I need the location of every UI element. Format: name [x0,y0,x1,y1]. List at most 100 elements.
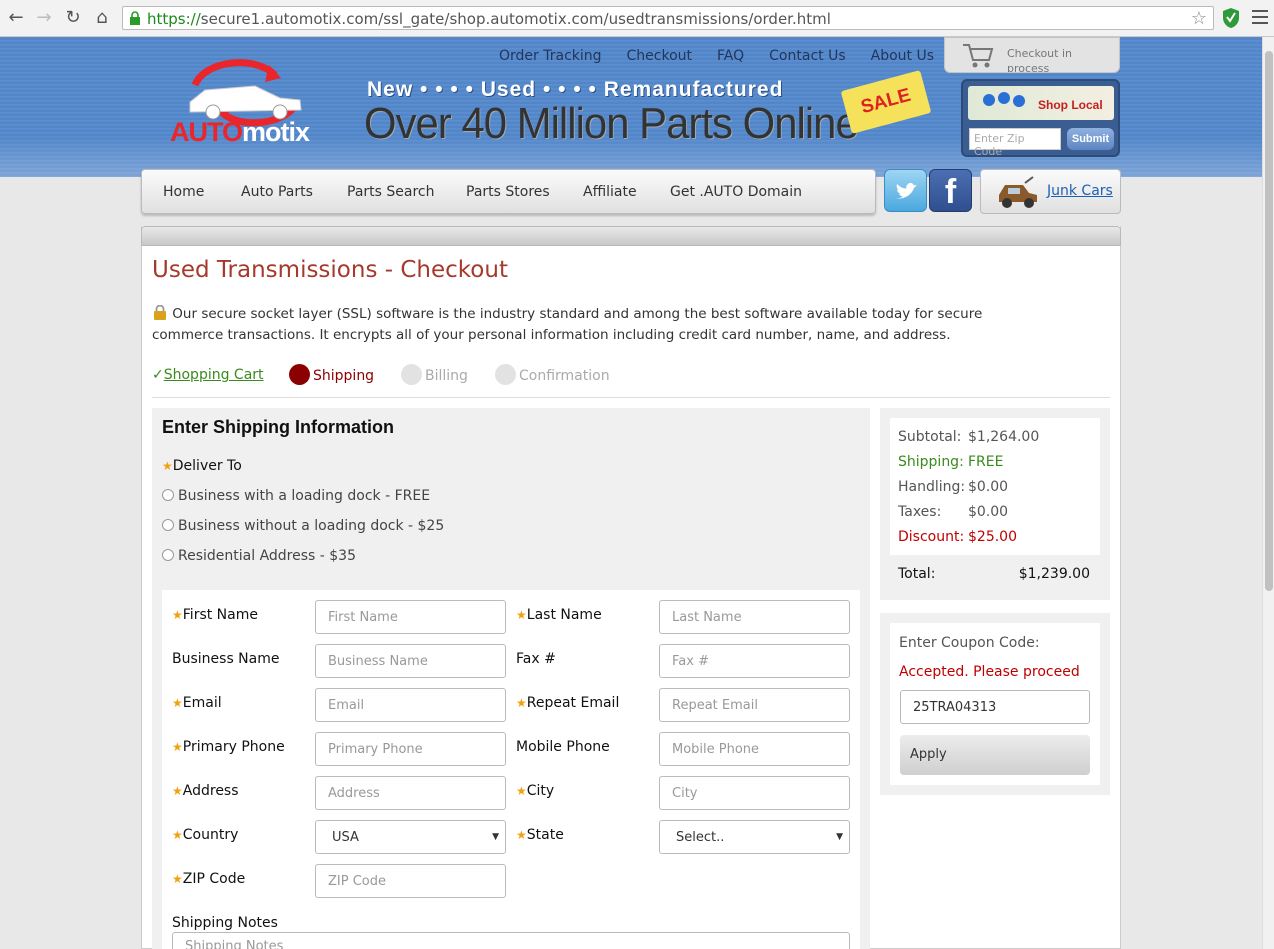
junk-cars-box[interactable]: Junk Cars [980,169,1121,214]
city-input[interactable]: City [659,776,850,810]
facebook-icon[interactable]: f [929,169,972,212]
order-summary-inner: Subtotal: $1,264.00 Shipping: FREE Handlin… [890,418,1100,555]
dropdown-caret-icon: ▼ [492,832,499,842]
fax-label: Fax # [516,651,556,667]
tow-truck-icon [999,176,1037,208]
toplink-faq[interactable]: FAQ [717,48,744,64]
fax-input[interactable]: Fax # [659,644,850,678]
nav-parts-search[interactable]: Parts Search [347,184,434,200]
business-name-input[interactable]: Business Name [315,644,506,678]
radio-circle[interactable] [162,548,174,561]
nav-home[interactable]: Home [163,184,204,200]
nav-parts-stores[interactable]: Parts Stores [466,184,550,200]
taxes-row: Taxes: $0.00 [898,504,1009,520]
shipping-notes-textarea[interactable]: Shipping Notes [172,932,850,949]
handling-row: Handling: $0.00 [898,479,1009,495]
page-scrollbar[interactable] [1262,37,1274,949]
toplink-about-us[interactable]: About Us [871,48,934,64]
repeat-email-label: ★Repeat Email [516,695,620,711]
logo-wordmark: AUTOmotix [170,117,310,147]
shield-extension-icon[interactable] [1221,7,1241,29]
shop-local-box: Shop Local Enter Zip Code Submit [961,79,1120,158]
secure-lock-icon [130,11,140,25]
back-icon[interactable]: ← [5,7,27,29]
zip-code-label: ★ZIP Code [172,871,246,887]
ssl-text: Our secure socket layer (SSL) software i… [152,306,983,343]
last-name-input[interactable]: Last Name [659,600,850,634]
toplink-order-tracking[interactable]: Order Tracking [499,48,602,64]
checkout-steps: ✓Shopping Cart Shipping Billing Confirma… [152,364,1110,398]
address-input[interactable]: Address [315,776,506,810]
total-row: Total: $1,239.00 [898,566,1090,582]
checkmark-icon: ✓ [152,367,164,383]
shipping-heading: Enter Shipping Information [162,417,394,437]
address-label: ★Address [172,783,239,799]
shipping-row: Shipping: FREE [898,454,1004,470]
step-billing: Billing [401,364,468,385]
reload-icon[interactable]: ↻ [62,7,84,29]
step-shopping-cart[interactable]: ✓Shopping Cart [152,367,264,383]
address-fields: ★First Name First Name ★Last Name Last N… [162,590,860,949]
country-select[interactable]: USA ▼ [315,820,506,854]
country-label: ★Country [172,827,239,843]
deliver-to-label: ★Deliver To [162,458,242,474]
coupon-label: Enter Coupon Code: [899,635,1040,651]
nav-auto-parts[interactable]: Auto Parts [241,184,313,200]
bookmark-star-icon[interactable]: ☆ [1191,8,1207,29]
zip-code-input[interactable]: Enter Zip Code [969,128,1061,158]
coupon-inner: Enter Coupon Code: Accepted. Please proc… [890,623,1100,785]
scrollbar-thumb[interactable] [1265,51,1273,591]
forward-icon[interactable]: → [33,7,55,29]
primary-phone-input[interactable]: Primary Phone [315,732,506,766]
tagline-main: Over 40 Million Parts Online [364,99,859,148]
content-top-bar [141,226,1121,246]
business-name-label: Business Name [172,651,280,667]
radio-circle[interactable] [162,488,174,501]
radio-loading-dock[interactable]: Business with a loading dock - FREE [162,488,430,504]
email-input[interactable]: Email [315,688,506,722]
zip-submit-button[interactable]: Submit [1067,128,1114,150]
nav-affiliate[interactable]: Affiliate [583,184,637,200]
state-select[interactable]: Select.. ▼ [659,820,850,854]
step-confirmation: Confirmation [495,364,610,385]
shop-local-map-image[interactable]: Shop Local [968,86,1114,120]
email-label: ★Email [172,695,222,711]
coupon-code-input[interactable]: 25TRA04313 [900,690,1090,724]
repeat-email-input[interactable]: Repeat Email [659,688,850,722]
shipping-notes-label: Shipping Notes [172,915,278,931]
radio-no-loading-dock[interactable]: Business without a loading dock - $25 [162,518,444,534]
cart-status-box[interactable]: Checkout in process [944,37,1120,73]
toplink-checkout[interactable]: Checkout [627,48,693,64]
last-name-label: ★Last Name [516,607,602,623]
cart-status-text: Checkout in process [1007,47,1072,73]
address-bar[interactable]: https://secure1.automotix.com/ssl_gate/s… [122,6,1214,30]
nav-get-auto-domain[interactable]: Get .AUTO Domain [670,184,802,200]
junk-cars-link[interactable]: Junk Cars [1047,183,1113,199]
mobile-phone-input[interactable]: Mobile Phone [659,732,850,766]
top-links: Order Tracking Checkout FAQ Contact Us A… [499,48,934,64]
active-step-dot [289,364,310,385]
main-nav: Home Auto Parts Parts Search Parts Store… [141,169,876,214]
toplink-contact-us[interactable]: Contact Us [769,48,845,64]
order-summary: Subtotal: $1,264.00 Shipping: FREE Handlin… [880,408,1110,600]
first-name-label: ★First Name [172,607,258,623]
browser-menu-icon[interactable] [1252,10,1268,28]
state-label: ★State [516,827,564,843]
discount-row: Discount: $25.00 [898,529,1017,545]
pending-step-dot [495,364,516,385]
radio-circle[interactable] [162,518,174,531]
first-name-input[interactable]: First Name [315,600,506,634]
pending-step-dot [401,364,422,385]
shop-local-label: Shop Local [1038,98,1103,112]
shopping-cart-icon [963,44,994,68]
radio-residential[interactable]: Residential Address - $35 [162,548,356,564]
ssl-notice: Our secure socket layer (SSL) software i… [152,304,1032,346]
twitter-icon[interactable] [884,169,927,212]
page-title: Used Transmissions - Checkout [152,257,508,283]
home-icon[interactable]: ⌂ [91,7,113,29]
apply-coupon-button[interactable]: Apply [900,735,1090,775]
shipping-form: Enter Shipping Information ★Deliver To B… [152,408,870,949]
zip-code-field[interactable]: ZIP Code [315,864,506,898]
city-label: ★City [516,783,555,799]
required-star-icon: ★ [162,459,173,473]
